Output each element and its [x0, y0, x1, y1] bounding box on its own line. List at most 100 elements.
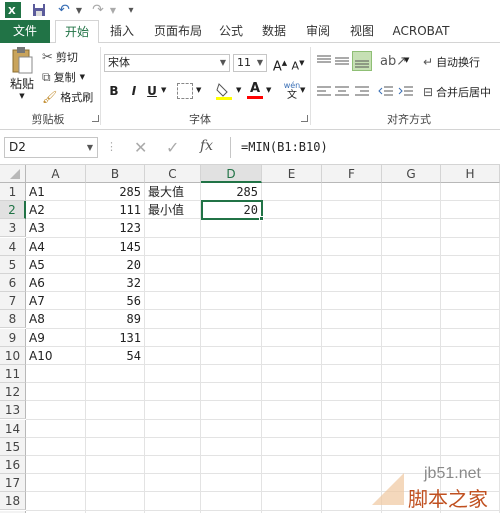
- cell-b3[interactable]: 123: [86, 219, 144, 237]
- chevron-down-icon[interactable]: ▼: [404, 56, 409, 64]
- increase-indent-icon[interactable]: [398, 85, 414, 99]
- column-header-b[interactable]: B: [86, 165, 145, 183]
- column-header-f[interactable]: F: [322, 165, 382, 183]
- cell-a9[interactable]: A9: [26, 329, 85, 347]
- cell-c2[interactable]: 最小值: [145, 201, 200, 219]
- chevron-down-icon[interactable]: ▼: [161, 86, 166, 94]
- undo-icon[interactable]: ↶: [56, 1, 72, 19]
- row-header[interactable]: 16: [0, 456, 26, 474]
- row-header[interactable]: 7: [0, 292, 26, 311]
- cell-b5[interactable]: 20: [86, 256, 144, 274]
- row-header[interactable]: 5: [0, 255, 26, 274]
- row-header[interactable]: 4: [0, 237, 26, 256]
- row-header[interactable]: 15: [0, 437, 26, 456]
- worksheet-grid[interactable]: ABCDEFGH 12345678910111213141516171819 A…: [0, 165, 500, 513]
- chevron-down-icon[interactable]: ▼: [236, 86, 241, 94]
- font-name-dropdown[interactable]: 宋体 ▼: [104, 54, 230, 72]
- cell-a1[interactable]: A1: [26, 183, 85, 201]
- column-header-e[interactable]: E: [262, 165, 322, 183]
- cancel-icon[interactable]: ✕: [134, 138, 147, 157]
- wrap-text-button[interactable]: ↵ 自动换行: [423, 53, 480, 71]
- font-size-dropdown[interactable]: 11 ▼: [233, 54, 267, 72]
- row-header[interactable]: 1: [0, 183, 26, 201]
- column-header-d[interactable]: D: [201, 165, 262, 183]
- phonetic-guide-button[interactable]: wén 文: [282, 81, 302, 101]
- select-all-corner[interactable]: [0, 165, 26, 183]
- insert-function-icon[interactable]: fx: [200, 138, 213, 154]
- enter-check-icon[interactable]: ✓: [166, 138, 179, 157]
- row-header[interactable]: 13: [0, 401, 26, 420]
- align-top-icon[interactable]: [316, 54, 332, 68]
- redo-icon[interactable]: ↷: [90, 1, 106, 19]
- row-header[interactable]: 10: [0, 346, 26, 365]
- paste-button[interactable]: 粘贴 ▼: [6, 47, 38, 103]
- fill-color-button[interactable]: [215, 81, 233, 101]
- cell-a7[interactable]: A7: [26, 292, 85, 310]
- chevron-down-icon[interactable]: ▼: [196, 86, 201, 94]
- cell-b4[interactable]: 145: [86, 238, 144, 256]
- cell-c1[interactable]: 最大值: [145, 183, 200, 201]
- tab-insert[interactable]: 插入: [102, 20, 142, 43]
- bold-button[interactable]: B: [106, 83, 122, 99]
- column-header-g[interactable]: G: [382, 165, 441, 183]
- chevron-down-icon[interactable]: ▼: [266, 86, 271, 94]
- tab-data[interactable]: 数据: [254, 20, 294, 43]
- save-icon[interactable]: [30, 1, 48, 19]
- tab-page-layout[interactable]: 页面布局: [146, 20, 210, 43]
- cell-a4[interactable]: A4: [26, 238, 85, 256]
- cell-a3[interactable]: A3: [26, 219, 85, 237]
- borders-icon[interactable]: [177, 83, 193, 99]
- row-header[interactable]: 17: [0, 474, 26, 493]
- row-header[interactable]: 2: [0, 201, 26, 220]
- fill-handle[interactable]: [259, 216, 264, 221]
- tab-review[interactable]: 审阅: [298, 20, 338, 43]
- decrease-indent-icon[interactable]: [378, 85, 394, 99]
- chevron-down-icon[interactable]: ▼: [300, 86, 305, 94]
- cell-b7[interactable]: 56: [86, 292, 144, 310]
- formula-input[interactable]: =MIN(B1:B10): [230, 137, 498, 158]
- redo-dropdown-icon[interactable]: ▼: [108, 1, 118, 19]
- align-bottom-icon[interactable]: [352, 51, 372, 71]
- copy-button[interactable]: ⧉ 复制 ▼: [42, 68, 85, 86]
- clipboard-dialog-launcher-icon[interactable]: [92, 115, 99, 122]
- row-header[interactable]: 11: [0, 365, 26, 383]
- cell-b2[interactable]: 111: [86, 201, 144, 219]
- row-header[interactable]: 12: [0, 383, 26, 402]
- format-painter-button[interactable]: 🖌 格式刷: [42, 88, 93, 106]
- name-box[interactable]: D2 ▼: [4, 137, 98, 158]
- row-header[interactable]: 9: [0, 328, 26, 347]
- grow-font-button[interactable]: A▲: [272, 55, 288, 74]
- tab-formulas[interactable]: 公式: [212, 20, 250, 43]
- row-header[interactable]: 8: [0, 310, 26, 329]
- row-header[interactable]: 14: [0, 419, 26, 438]
- cell-a5[interactable]: A5: [26, 256, 85, 274]
- cell-a8[interactable]: A8: [26, 310, 85, 328]
- cell-b6[interactable]: 32: [86, 274, 144, 292]
- column-header-h[interactable]: H: [441, 165, 500, 183]
- shrink-font-button[interactable]: A▼: [290, 55, 306, 73]
- tab-view[interactable]: 视图: [342, 20, 382, 43]
- cell-a10[interactable]: A10: [26, 347, 85, 365]
- align-right-icon[interactable]: [354, 85, 370, 99]
- customize-quick-access-icon[interactable]: ▾: [124, 1, 138, 19]
- cell-d1[interactable]: 285: [201, 183, 261, 201]
- column-header-c[interactable]: C: [145, 165, 201, 183]
- align-center-icon[interactable]: [334, 85, 350, 99]
- align-left-icon[interactable]: [316, 85, 332, 99]
- cell-a2[interactable]: A2: [26, 201, 85, 219]
- cut-button[interactable]: ✂ 剪切: [42, 48, 78, 66]
- underline-button[interactable]: U: [144, 83, 160, 99]
- undo-dropdown-icon[interactable]: ▼: [74, 1, 84, 19]
- merge-center-button[interactable]: ⊟ 合并后居中: [423, 83, 491, 101]
- cell-b9[interactable]: 131: [86, 329, 144, 347]
- row-header[interactable]: 3: [0, 219, 26, 238]
- align-middle-icon[interactable]: [334, 54, 350, 68]
- row-header[interactable]: 6: [0, 274, 26, 292]
- cell-b10[interactable]: 54: [86, 347, 144, 365]
- cell-a6[interactable]: A6: [26, 274, 85, 292]
- font-color-button[interactable]: A: [246, 81, 264, 101]
- tab-home[interactable]: 开始: [55, 20, 99, 44]
- column-header-a[interactable]: A: [26, 165, 86, 183]
- italic-button[interactable]: I: [126, 83, 142, 99]
- font-dialog-launcher-icon[interactable]: [301, 115, 308, 122]
